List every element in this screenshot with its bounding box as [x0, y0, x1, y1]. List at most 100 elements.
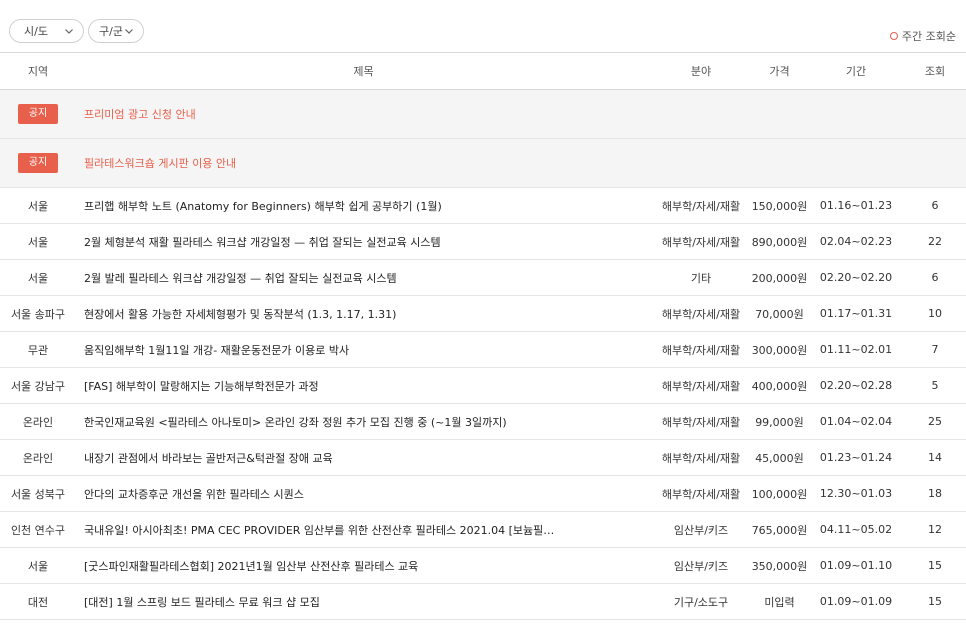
table-row[interactable]: 서울 강남구 [FAS] 해부학이 말랑해지는 기능해부학전문가 과정 해부학/자세… — [0, 368, 966, 404]
field-cell: 해부학/자세/재활 — [661, 307, 741, 321]
notice-badge-cell: 공지 — [0, 139, 76, 188]
notice-badge: 공지 — [18, 153, 58, 173]
title-cell[interactable]: 2월 체형분석 재활 필라테스 워크샵 개강일정 — 취업 잘되는 실전교육 시… — [76, 224, 651, 260]
region-cell: 서울 송파구 — [10, 307, 66, 321]
period-cell: 01.09~01.10 — [819, 559, 893, 572]
period-cell: 12.30~01.03 — [819, 487, 893, 500]
price-cell: 890,000원 — [751, 235, 808, 249]
sort-label: 주간 조회순 — [901, 30, 956, 43]
table-row[interactable]: 무관 움직임해부학 1월11일 개강- 재활운동전문가 이용로 박사 해부학/자세/… — [0, 332, 966, 368]
title-cell[interactable]: 안다의 교차증후군 개선을 위한 필라테스 시퀀스 — [76, 476, 651, 512]
views-cell: 6 — [931, 199, 939, 212]
notice-badge-cell: 공지 — [0, 90, 76, 139]
table-row[interactable]: 서울 [굿스파인재활필라테스협회] 2021년1월 임산부 산전산후 필라테스 교… — [0, 548, 966, 584]
title-cell[interactable]: 국내유일! 아시아최초! PMA CEC PROVIDER 임산부를 위한 산전… — [76, 512, 651, 548]
table-row[interactable]: 서울 프리햅 해부학 노트 (Anatomy for Beginners) 해부학… — [0, 188, 966, 224]
views-cell: 5 — [931, 379, 939, 392]
title-cell[interactable]: [대전] 1월 스프링 보드 필라테스 무료 워크 샵 모집 — [76, 584, 651, 620]
table-row[interactable]: 서울 2월 발레 필라테스 워크샵 개강일정 — 취업 잘되는 실전교육 시스템 기… — [0, 260, 966, 296]
filter-bar: 시/도 구/군 주간 조회순 — [0, 0, 966, 52]
views-cell: 7 — [931, 343, 939, 356]
field-cell: 기구/소도구 — [673, 595, 729, 609]
workshop-table: 지역 제목 분야 가격 기간 조회 공지 프리미엄 광고 신청 안내 공지 필라… — [0, 52, 966, 620]
price-cell: 150,000원 — [751, 199, 808, 213]
field-cell: 임산부/키즈 — [673, 559, 729, 573]
table-row[interactable]: 서울 2월 체형분석 재활 필라테스 워크샵 개강일정 — 취업 잘되는 실전교육… — [0, 224, 966, 260]
period-cell: 04.11~05.02 — [819, 523, 893, 536]
table-row[interactable]: 온라인 내장기 관점에서 바라보는 골반저근&턱관절 장애 교육 해부학/자세/재활… — [0, 440, 966, 476]
column-header-title: 제목 — [76, 52, 651, 90]
period-cell: 01.11~02.01 — [819, 343, 893, 356]
field-cell: 기타 — [690, 271, 712, 285]
region-cell: 무관 — [27, 343, 49, 357]
table-row[interactable]: 서울 성북구 안다의 교차증후군 개선을 위한 필라테스 시퀀스 해부학/자세/재활… — [0, 476, 966, 512]
views-cell: 15 — [928, 595, 942, 608]
period-cell: 01.04~02.04 — [819, 415, 893, 428]
title-cell[interactable]: 2월 발레 필라테스 워크샵 개강일정 — 취업 잘되는 실전교육 시스템 — [76, 260, 651, 296]
views-cell: 25 — [928, 415, 942, 428]
notice-badge: 공지 — [18, 104, 58, 124]
period-cell: 02.04~02.23 — [819, 235, 893, 248]
price-cell: 350,000원 — [751, 559, 808, 573]
table-row[interactable]: 온라인 한국인재교육원 <필라테스 아나토미> 온라인 강좌 정원 추가 모집 진… — [0, 404, 966, 440]
column-header-views: 조회 — [904, 52, 966, 90]
title-cell[interactable]: 한국인재교육원 <필라테스 아나토미> 온라인 강좌 정원 추가 모집 진행 중… — [76, 404, 651, 440]
title-cell[interactable]: 내장기 관점에서 바라보는 골반저근&턱관절 장애 교육 — [76, 440, 651, 476]
notice-title[interactable]: 프리미엄 광고 신청 안내 — [76, 90, 966, 139]
field-cell: 해부학/자세/재활 — [661, 235, 741, 249]
field-cell: 해부학/자세/재활 — [661, 379, 741, 393]
period-cell: 02.20~02.28 — [819, 379, 893, 392]
chevron-down-icon — [125, 29, 133, 34]
price-cell: 765,000원 — [751, 523, 808, 537]
views-cell: 10 — [928, 307, 942, 320]
price-cell: 미입력 — [764, 595, 795, 609]
column-header-field: 분야 — [651, 52, 751, 90]
column-header-period: 기간 — [808, 52, 904, 90]
table-row[interactable]: 인천 연수구 국내유일! 아시아최초! PMA CEC PROVIDER 임산부를… — [0, 512, 966, 548]
period-cell: 01.17~01.31 — [819, 307, 893, 320]
price-cell: 400,000원 — [751, 379, 808, 393]
title-cell[interactable]: 현장에서 활용 가능한 자세체형평가 및 동작분석 (1.3, 1.17, 1.… — [76, 296, 651, 332]
region-cell: 서울 — [27, 235, 49, 249]
district-select[interactable]: 구/군 — [88, 19, 144, 43]
price-cell: 100,000원 — [751, 487, 808, 501]
title-cell[interactable]: 프리햅 해부학 노트 (Anatomy for Beginners) 해부학 쉽… — [76, 188, 651, 224]
region-cell: 온라인 — [22, 415, 54, 429]
notice-row[interactable]: 공지 필라테스워크숍 게시판 이용 안내 — [0, 138, 966, 188]
period-cell: 01.23~01.24 — [819, 451, 893, 464]
title-cell[interactable]: 움직임해부학 1월11일 개강- 재활운동전문가 이용로 박사 — [76, 332, 651, 368]
region-cell: 서울 — [27, 271, 49, 285]
table-row[interactable]: 서울 송파구 현장에서 활용 가능한 자세체형평가 및 동작분석 (1.3, 1.… — [0, 296, 966, 332]
period-cell: 02.20~02.20 — [819, 271, 893, 284]
region-cell: 서울 성북구 — [10, 487, 66, 501]
price-cell: 70,000원 — [755, 307, 804, 321]
sort-option-weekly-views[interactable]: 주간 조회순 — [889, 28, 956, 44]
views-cell: 12 — [928, 523, 942, 536]
price-cell: 300,000원 — [751, 343, 808, 357]
price-cell: 99,000원 — [755, 415, 804, 429]
column-header-region: 지역 — [0, 52, 76, 90]
field-cell: 해부학/자세/재활 — [661, 199, 741, 213]
title-cell[interactable]: [FAS] 해부학이 말랑해지는 기능해부학전문가 과정 — [76, 368, 651, 404]
table-row[interactable]: 대전 [대전] 1월 스프링 보드 필라테스 무료 워크 샵 모집 기구/소도구 미입… — [0, 584, 966, 620]
district-select-label: 구/군 — [99, 25, 123, 38]
region-cell: 인천 연수구 — [10, 523, 66, 537]
city-select[interactable]: 시/도 — [9, 19, 84, 43]
city-select-label: 시/도 — [24, 25, 48, 38]
region-cell: 온라인 — [22, 451, 54, 465]
region-cell: 서울 — [27, 199, 49, 213]
notice-title[interactable]: 필라테스워크숍 게시판 이용 안내 — [76, 139, 966, 188]
region-cell: 대전 — [27, 595, 49, 609]
radio-circle-icon — [889, 32, 898, 40]
notice-row[interactable]: 공지 프리미엄 광고 신청 안내 — [0, 89, 966, 139]
region-cell: 서울 강남구 — [10, 379, 66, 393]
title-cell[interactable]: [굿스파인재활필라테스협회] 2021년1월 임산부 산전산후 필라테스 교육 — [76, 548, 651, 584]
views-cell: 14 — [928, 451, 942, 464]
region-cell: 서울 — [27, 559, 49, 573]
field-cell: 해부학/자세/재활 — [661, 343, 741, 357]
views-cell: 15 — [928, 559, 942, 572]
field-cell: 해부학/자세/재활 — [661, 487, 741, 501]
table-header: 지역 제목 분야 가격 기간 조회 — [0, 52, 966, 90]
period-cell: 01.09~01.09 — [819, 595, 893, 608]
price-cell: 200,000원 — [751, 271, 808, 285]
